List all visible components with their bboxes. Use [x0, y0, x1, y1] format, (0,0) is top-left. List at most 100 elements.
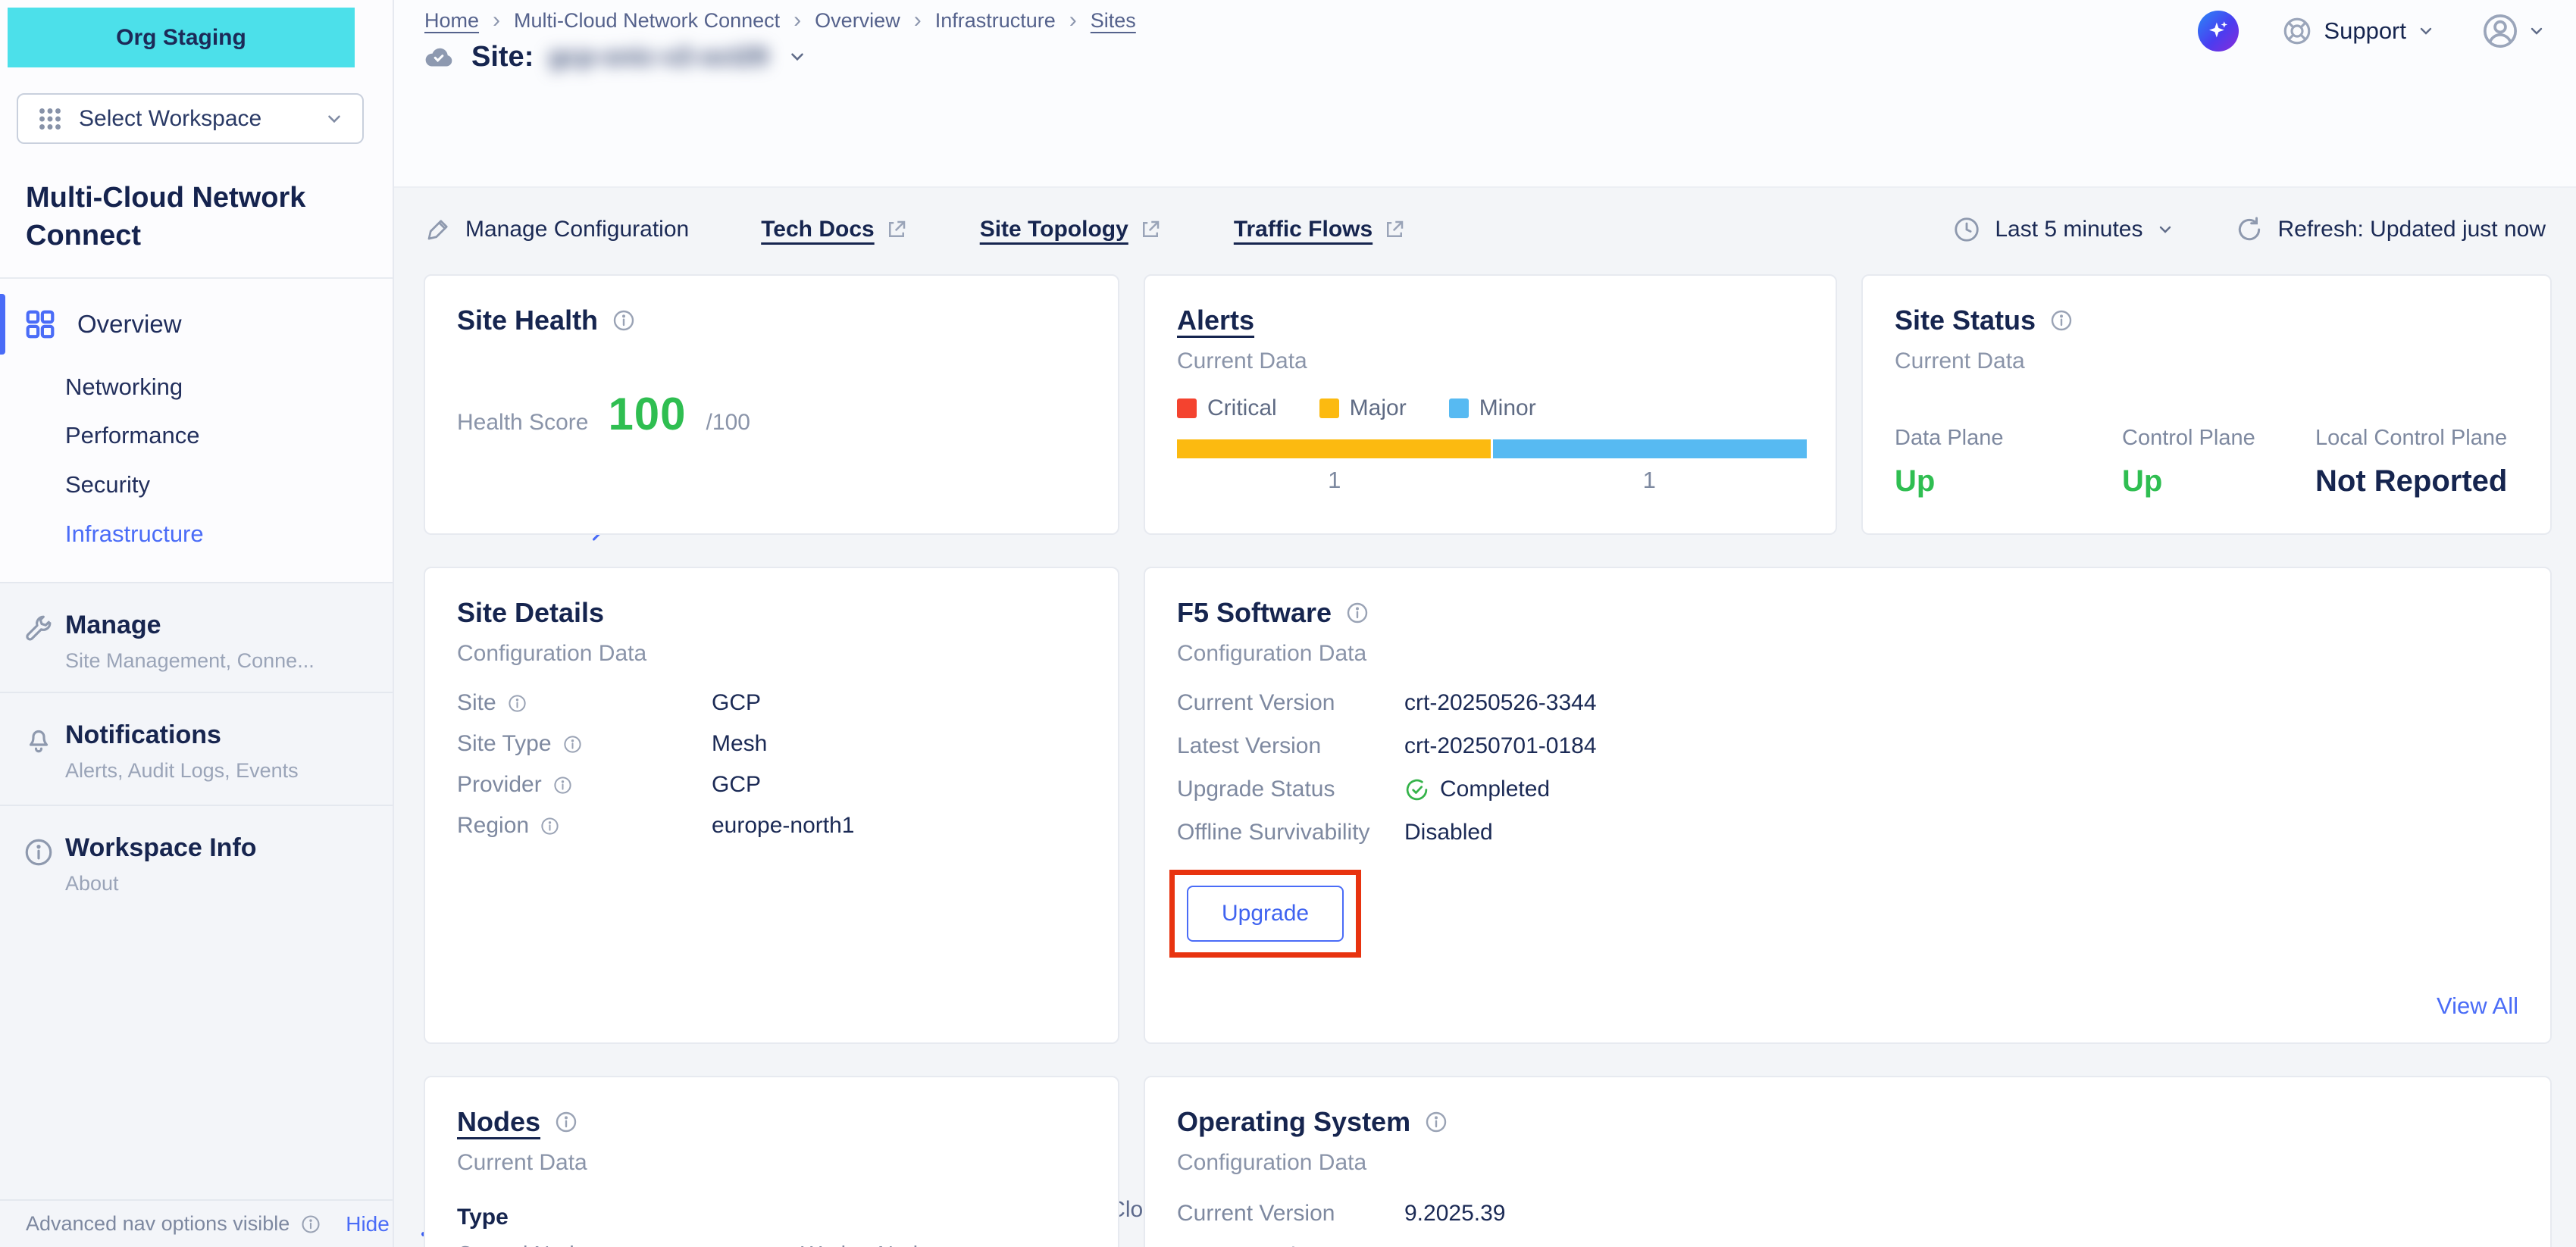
- site-topology-link[interactable]: Site Topology: [980, 217, 1162, 242]
- nodes-card-title-link[interactable]: Nodes: [457, 1106, 540, 1138]
- row-value: Mesh: [712, 731, 767, 757]
- support-menu[interactable]: Support: [2281, 15, 2435, 47]
- chevron-down-icon: [2417, 22, 2435, 40]
- sidebar-item-workspace-info[interactable]: Workspace Info About: [0, 805, 393, 913]
- site-type-row: Site Type Mesh: [457, 732, 1086, 756]
- upgrade-button[interactable]: Upgrade: [1187, 886, 1344, 942]
- legend-major: Major: [1319, 395, 1407, 421]
- section-title: Manage: [65, 611, 393, 640]
- tech-docs-link[interactable]: Tech Docs: [761, 217, 908, 242]
- sidebar-item-overview[interactable]: Overview: [0, 294, 393, 355]
- hide-advanced-nav-link[interactable]: Hide: [346, 1212, 390, 1236]
- link-label: Traffic Flows: [1234, 217, 1373, 242]
- health-score-label: Health Score: [457, 410, 588, 436]
- breadcrumb-home[interactable]: Home: [424, 9, 479, 33]
- sidebar-item-infrastructure[interactable]: Infrastructure: [65, 520, 368, 548]
- metric-label: Control Plane: [2122, 426, 2315, 451]
- info-icon[interactable]: [554, 1110, 578, 1134]
- info-icon[interactable]: [612, 308, 636, 333]
- card-subtitle: Configuration Data: [457, 641, 1086, 667]
- section-title: Workspace Info: [65, 833, 393, 863]
- card-title: Site Health: [457, 305, 598, 336]
- bell-icon: [23, 724, 55, 755]
- chevron-down-icon: [2527, 22, 2546, 40]
- breadcrumb-mcn[interactable]: Multi-Cloud Network Connect: [514, 9, 780, 33]
- breadcrumb-overview[interactable]: Overview: [815, 9, 900, 33]
- ai-assistant-icon[interactable]: [2198, 11, 2239, 52]
- user-menu[interactable]: [2481, 11, 2546, 51]
- major-bar-segment[interactable]: [1177, 439, 1491, 458]
- check-circle-icon: [1404, 777, 1429, 802]
- os-rows: Current Version 9.2025.39 Latest Version…: [1177, 1202, 1505, 1247]
- chevron-down-icon[interactable]: [787, 47, 807, 67]
- workspace-selector[interactable]: Select Workspace: [17, 93, 364, 144]
- site-health-card: Site Health Health Score 100 /100: [424, 274, 1119, 535]
- health-score-max: /100: [706, 410, 750, 436]
- legend-label: Major: [1350, 395, 1407, 421]
- section-subtitle: About: [65, 872, 393, 895]
- card-title: Site Details: [457, 597, 604, 629]
- legend-label: Minor: [1479, 395, 1536, 421]
- site-status-card: Site Status Current Data Data Plane Up C…: [1861, 274, 2552, 535]
- info-circle-icon: [23, 836, 55, 868]
- time-range-selector[interactable]: Last 5 minutes: [1952, 215, 2174, 244]
- info-icon[interactable]: [1424, 1110, 1448, 1134]
- sidebar-item-label: Overview: [77, 310, 182, 339]
- refresh-icon: [2235, 215, 2264, 244]
- sidebar-divider: [0, 277, 393, 279]
- advanced-nav-status: Advanced nav options visible: [26, 1212, 290, 1236]
- page-toolbar: Manage Configuration Tech Docs Site Topo…: [394, 195, 2576, 264]
- current-version-row: Current Version 9.2025.39: [1177, 1202, 1505, 1226]
- info-icon[interactable]: [562, 734, 583, 755]
- info-icon[interactable]: [2049, 308, 2074, 333]
- sidebar-item-performance[interactable]: Performance: [65, 422, 368, 449]
- avatar-icon: [2481, 11, 2520, 51]
- refresh-button[interactable]: Refresh: Updated just now: [2235, 215, 2546, 244]
- alerts-stacked-bar[interactable]: [1177, 439, 1807, 458]
- sidebar-item-networking[interactable]: Networking: [65, 373, 368, 401]
- sidebar-item-notifications[interactable]: Notifications Alerts, Audit Logs, Events: [0, 692, 393, 805]
- worker-nodes-label: Worker Nodes: [801, 1242, 1145, 1247]
- sidebar-item-manage[interactable]: Manage Site Management, Conne...: [0, 582, 393, 692]
- info-icon[interactable]: [1345, 601, 1369, 625]
- row-value: 9.2025.39: [1404, 1201, 1505, 1227]
- org-banner[interactable]: Org Staging: [8, 8, 355, 67]
- card-subtitle: Current Data: [457, 1150, 1086, 1176]
- breadcrumb-sites[interactable]: Sites: [1091, 9, 1136, 33]
- card-title: Site Status: [1895, 305, 2036, 336]
- minor-bar-segment[interactable]: [1493, 439, 1807, 458]
- breadcrumb-separator: ›: [914, 8, 922, 33]
- latest-version-row: Latest Version crt-20250701-0184: [1177, 734, 1597, 758]
- breadcrumb-separator: ›: [793, 8, 801, 33]
- sidebar-item-security[interactable]: Security: [65, 471, 368, 498]
- row-value: GCP: [712, 772, 761, 798]
- breadcrumb-infrastructure[interactable]: Infrastructure: [935, 9, 1056, 33]
- f5-software-rows: Current Version crt-20250526-3344 Latest…: [1177, 691, 1597, 864]
- info-icon[interactable]: [540, 816, 560, 836]
- traffic-flows-link[interactable]: Traffic Flows: [1234, 217, 1406, 242]
- current-version-row: Current Version crt-20250526-3344: [1177, 691, 1597, 715]
- label-text: Provider: [457, 772, 542, 798]
- control-plane-metric: Control Plane Up: [2122, 426, 2315, 498]
- header-actions: Support: [2198, 11, 2546, 52]
- info-icon[interactable]: [507, 693, 527, 714]
- card-title: Operating System: [1177, 1106, 1410, 1138]
- view-all-link[interactable]: View All: [2437, 992, 2518, 1020]
- row-value: Completed: [1404, 777, 1550, 802]
- major-swatch: [1319, 398, 1339, 418]
- overview-grid-icon: [23, 307, 58, 342]
- lifebuoy-icon: [2281, 15, 2313, 47]
- row-value: crt-20250526-3344: [1404, 690, 1597, 716]
- breadcrumb-separator: ›: [1069, 8, 1077, 33]
- label-text: Region: [457, 813, 529, 839]
- active-indicator: [0, 294, 5, 355]
- info-icon[interactable]: [552, 775, 573, 795]
- manage-configuration-button[interactable]: Manage Configuration: [424, 216, 689, 243]
- alerts-card-title-link[interactable]: Alerts: [1177, 305, 1254, 336]
- upgrade-status-row: Upgrade Status Completed: [1177, 777, 1597, 802]
- label-text: Site: [457, 690, 496, 716]
- node-type-columns: Control Nodes Worker Nodes: [457, 1242, 1145, 1247]
- site-label: Site:: [471, 41, 534, 73]
- card-subtitle: Current Data: [1177, 348, 1804, 374]
- provider-row: Provider GCP: [457, 773, 1086, 797]
